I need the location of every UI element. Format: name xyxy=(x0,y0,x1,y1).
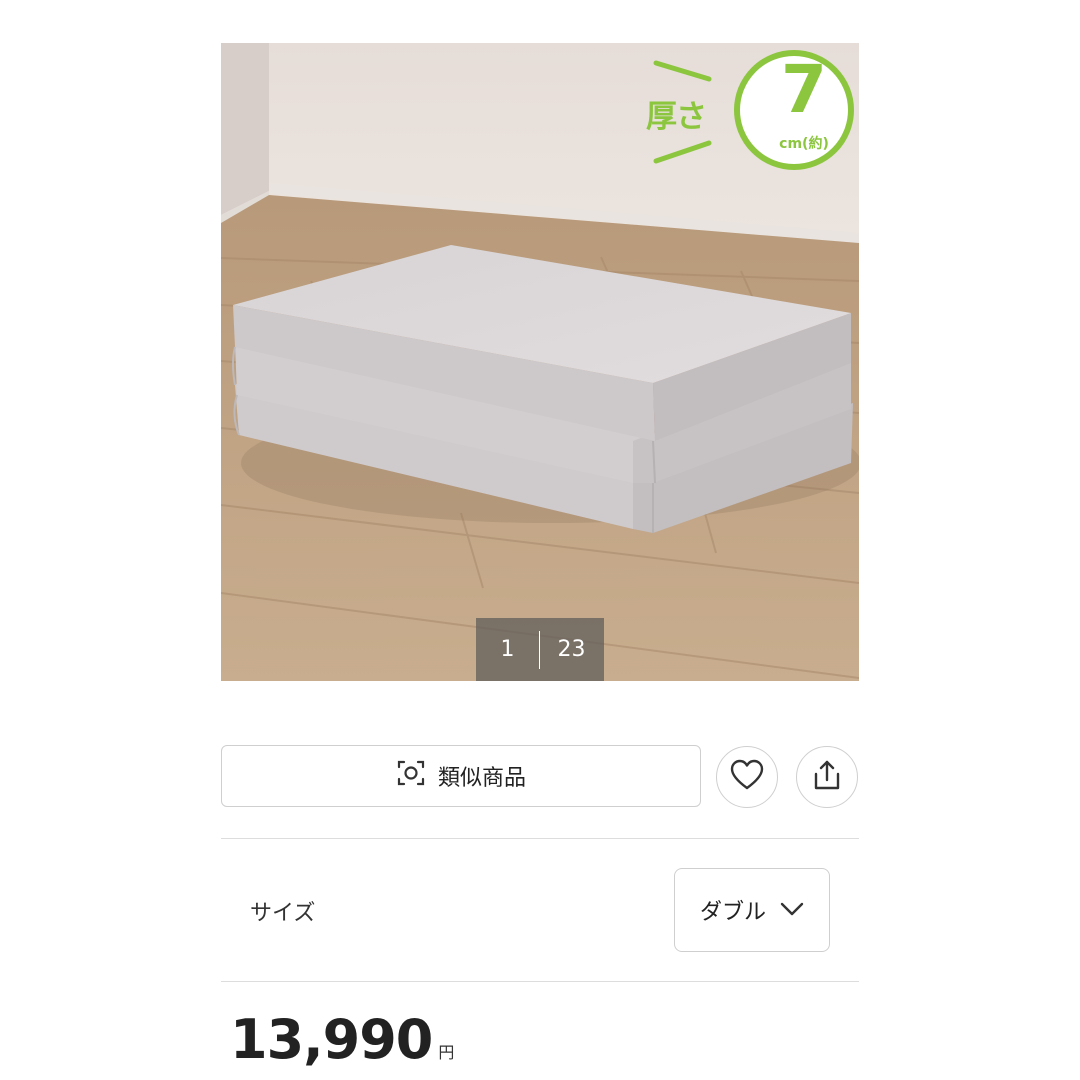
share-icon xyxy=(812,759,842,795)
similar-products-label: 類似商品 xyxy=(437,766,526,791)
image-search-icon xyxy=(396,758,426,794)
similar-products-button[interactable]: 類似商品 xyxy=(221,745,701,807)
share-button[interactable] xyxy=(796,746,858,808)
product-image-carousel[interactable]: 厚さ 7 cm(約) 1 23 xyxy=(221,43,859,681)
thickness-value: 7 xyxy=(781,51,827,128)
divider xyxy=(221,838,859,839)
image-counter-total: 23 xyxy=(557,637,586,662)
heart-icon xyxy=(730,759,764,795)
product-page: 厚さ 7 cm(約) 1 23 類似商品 サイズ ダブル 13,990 円 xyxy=(0,0,1080,1080)
image-counter: 1 23 xyxy=(476,618,604,681)
thickness-unit: cm(約) xyxy=(779,136,829,152)
price: 13,990 円 xyxy=(230,1008,454,1071)
size-select[interactable]: ダブル xyxy=(674,868,830,952)
price-unit: 円 xyxy=(438,1043,455,1062)
size-selected-value: ダブル xyxy=(699,900,766,925)
chevron-down-icon xyxy=(780,898,804,923)
price-value: 13,990 xyxy=(230,1008,433,1071)
divider xyxy=(221,981,859,982)
image-counter-current: 1 xyxy=(500,637,515,662)
size-label: サイズ xyxy=(250,901,316,926)
like-button[interactable] xyxy=(716,746,778,808)
thickness-label: 厚さ xyxy=(646,99,707,135)
